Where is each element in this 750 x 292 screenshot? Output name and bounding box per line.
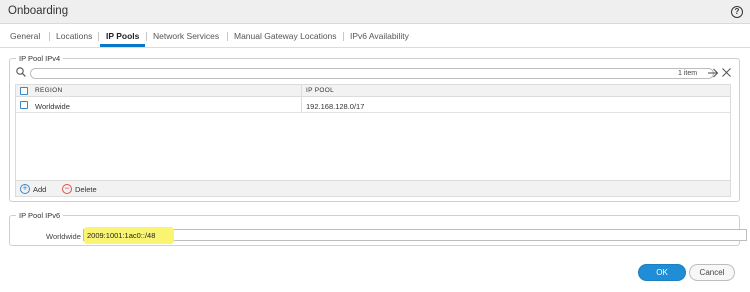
tab-separator xyxy=(343,32,344,41)
tab-general[interactable]: General xyxy=(10,31,40,41)
tab-separator xyxy=(49,32,50,41)
ipv6-field-label: Worldwide xyxy=(46,232,81,241)
tab-separator xyxy=(227,32,228,41)
table-row[interactable]: Worldwide 192.168.128.0/17 xyxy=(16,98,730,113)
ip-pool-cell: 192.168.128.0/17 xyxy=(306,102,365,111)
dialog-title: Onboarding xyxy=(8,5,69,17)
tab-bar: General Locations IP Pools Network Servi… xyxy=(0,24,750,48)
row-checkbox[interactable] xyxy=(20,101,28,109)
add-button[interactable]: Add xyxy=(33,185,46,194)
item-count: 1 item xyxy=(678,70,698,77)
region-cell[interactable]: Worldwide xyxy=(35,102,70,111)
active-tab-indicator xyxy=(100,44,145,47)
tab-manual-gateway-locations[interactable]: Manual Gateway Locations xyxy=(234,31,337,41)
tab-separator xyxy=(98,32,99,41)
search-icon xyxy=(16,67,26,77)
ip-pool-ipv4-legend: IP Pool IPv4 xyxy=(16,54,64,63)
search-input[interactable] xyxy=(30,68,714,79)
arrow-right-icon[interactable] xyxy=(707,67,719,79)
title-bar: Onboarding ? xyxy=(0,0,750,24)
ipv6-pool-value: 2009:1001:1ac0::/48 xyxy=(87,231,156,240)
ok-button[interactable]: OK xyxy=(638,264,686,281)
tab-separator xyxy=(146,32,147,41)
close-icon[interactable] xyxy=(722,68,731,77)
table-header: REGION IP POOL xyxy=(16,85,730,97)
tab-ip-pools[interactable]: IP Pools xyxy=(106,31,139,41)
ip-pool-ipv4-section: IP Pool IPv4 1 item REGION IP POOL World… xyxy=(9,54,740,202)
select-all-checkbox[interactable] xyxy=(20,86,28,95)
ip-pool-ipv6-section: IP Pool IPv6 Worldwide 2009:1001:1ac0::/… xyxy=(9,211,747,246)
ip-pool-ipv6-legend: IP Pool IPv6 xyxy=(16,211,64,220)
tab-locations[interactable]: Locations xyxy=(56,31,92,41)
help-icon[interactable]: ? xyxy=(731,6,743,18)
ip-pool-table: REGION IP POOL Worldwide 192.168.128.0/1… xyxy=(15,84,731,181)
ipv6-pool-input[interactable]: 2009:1001:1ac0::/48 xyxy=(83,227,747,244)
tab-ipv6-availability[interactable]: IPv6 Availability xyxy=(350,31,409,41)
column-header-ip-pool[interactable]: IP POOL xyxy=(306,87,334,94)
add-icon[interactable]: + xyxy=(20,184,30,194)
delete-button[interactable]: Delete xyxy=(75,185,97,194)
delete-icon[interactable]: − xyxy=(62,184,72,194)
column-header-region[interactable]: REGION xyxy=(35,87,62,94)
cancel-button[interactable]: Cancel xyxy=(689,264,735,281)
table-toolbar: + Add − Delete xyxy=(15,181,731,197)
tab-network-services[interactable]: Network Services xyxy=(153,31,219,41)
